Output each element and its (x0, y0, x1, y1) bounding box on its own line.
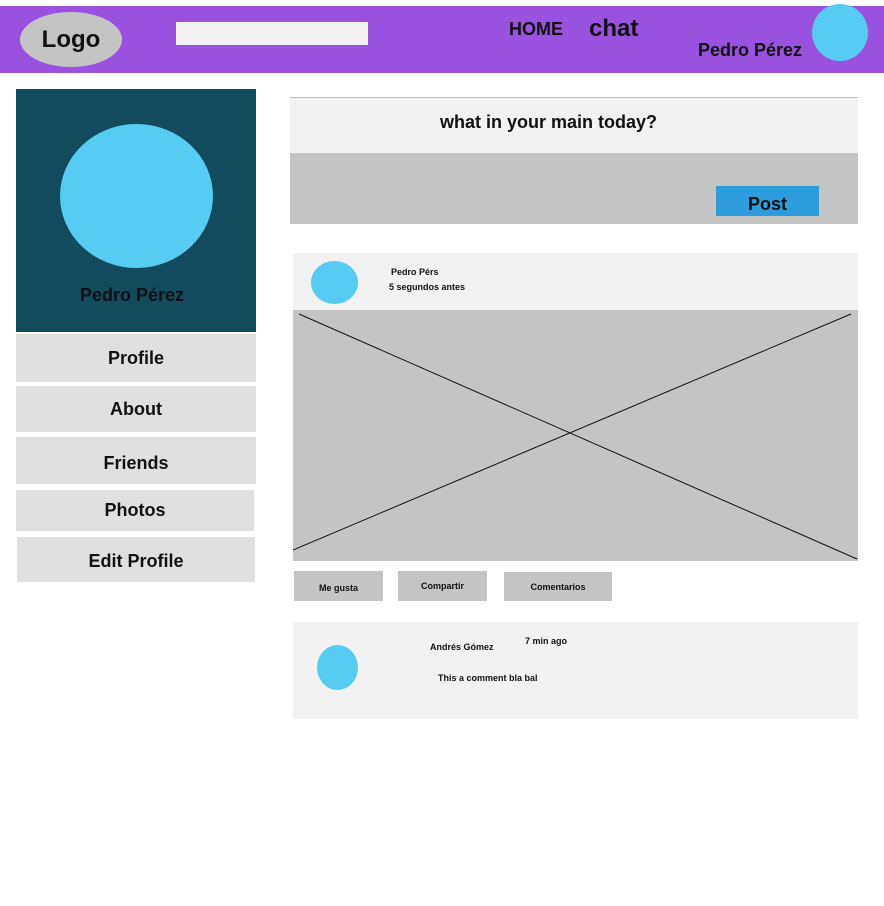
comment-text: This a comment bla bal (438, 673, 538, 683)
profile-card: Pedro Pérez (16, 89, 256, 332)
sidebar-item-edit-profile[interactable]: Edit Profile (17, 537, 255, 582)
profile-name: Pedro Pérez (79, 285, 185, 305)
post-header: Pedro Pérs 5 segundos antes (293, 253, 858, 310)
top-navigation-bar: Logo HOME chat Pedro Pérez (0, 4, 884, 73)
nav-chat-link[interactable]: chat (589, 15, 638, 43)
share-button[interactable]: Compartir (398, 571, 487, 601)
logo[interactable]: Logo (20, 12, 122, 67)
post-author-avatar[interactable] (311, 261, 358, 304)
comment-timestamp: 7 min ago (525, 636, 568, 646)
sidebar-item-profile[interactable]: Profile (16, 334, 256, 382)
image-placeholder-icon (293, 313, 858, 560)
sidebar-item-about[interactable]: About (16, 386, 256, 432)
post-timestamp: 5 segundos antes (389, 282, 466, 292)
header-avatar[interactable] (812, 4, 868, 61)
composer-text-area[interactable]: Post (290, 153, 858, 224)
profile-avatar (60, 124, 213, 268)
sidebar-item-friends[interactable]: Friends (16, 437, 256, 484)
like-button[interactable]: Me gusta (294, 571, 383, 601)
composer-prompt-box[interactable]: what in your main today? (290, 97, 858, 153)
post-image[interactable] (293, 310, 858, 561)
nav-home-link[interactable]: HOME (509, 19, 563, 40)
post-author-name[interactable]: Pedro Pérs (391, 267, 439, 277)
sidebar-item-photos[interactable]: Photos (16, 490, 254, 531)
post-button[interactable]: Post (716, 186, 819, 216)
search-input[interactable] (176, 22, 368, 45)
comment-author-avatar[interactable] (317, 645, 358, 690)
comment-card: Andrés Gómez 7 min ago This a comment bl… (293, 622, 858, 719)
post-composer: what in your main today? Post (290, 97, 858, 224)
comment-author-name[interactable]: Andrés Gómez (430, 642, 494, 652)
header-user-name: Pedro Pérez (698, 40, 803, 60)
comments-button[interactable]: Comentarios (504, 572, 612, 601)
composer-prompt: what in your main today? (440, 112, 658, 132)
